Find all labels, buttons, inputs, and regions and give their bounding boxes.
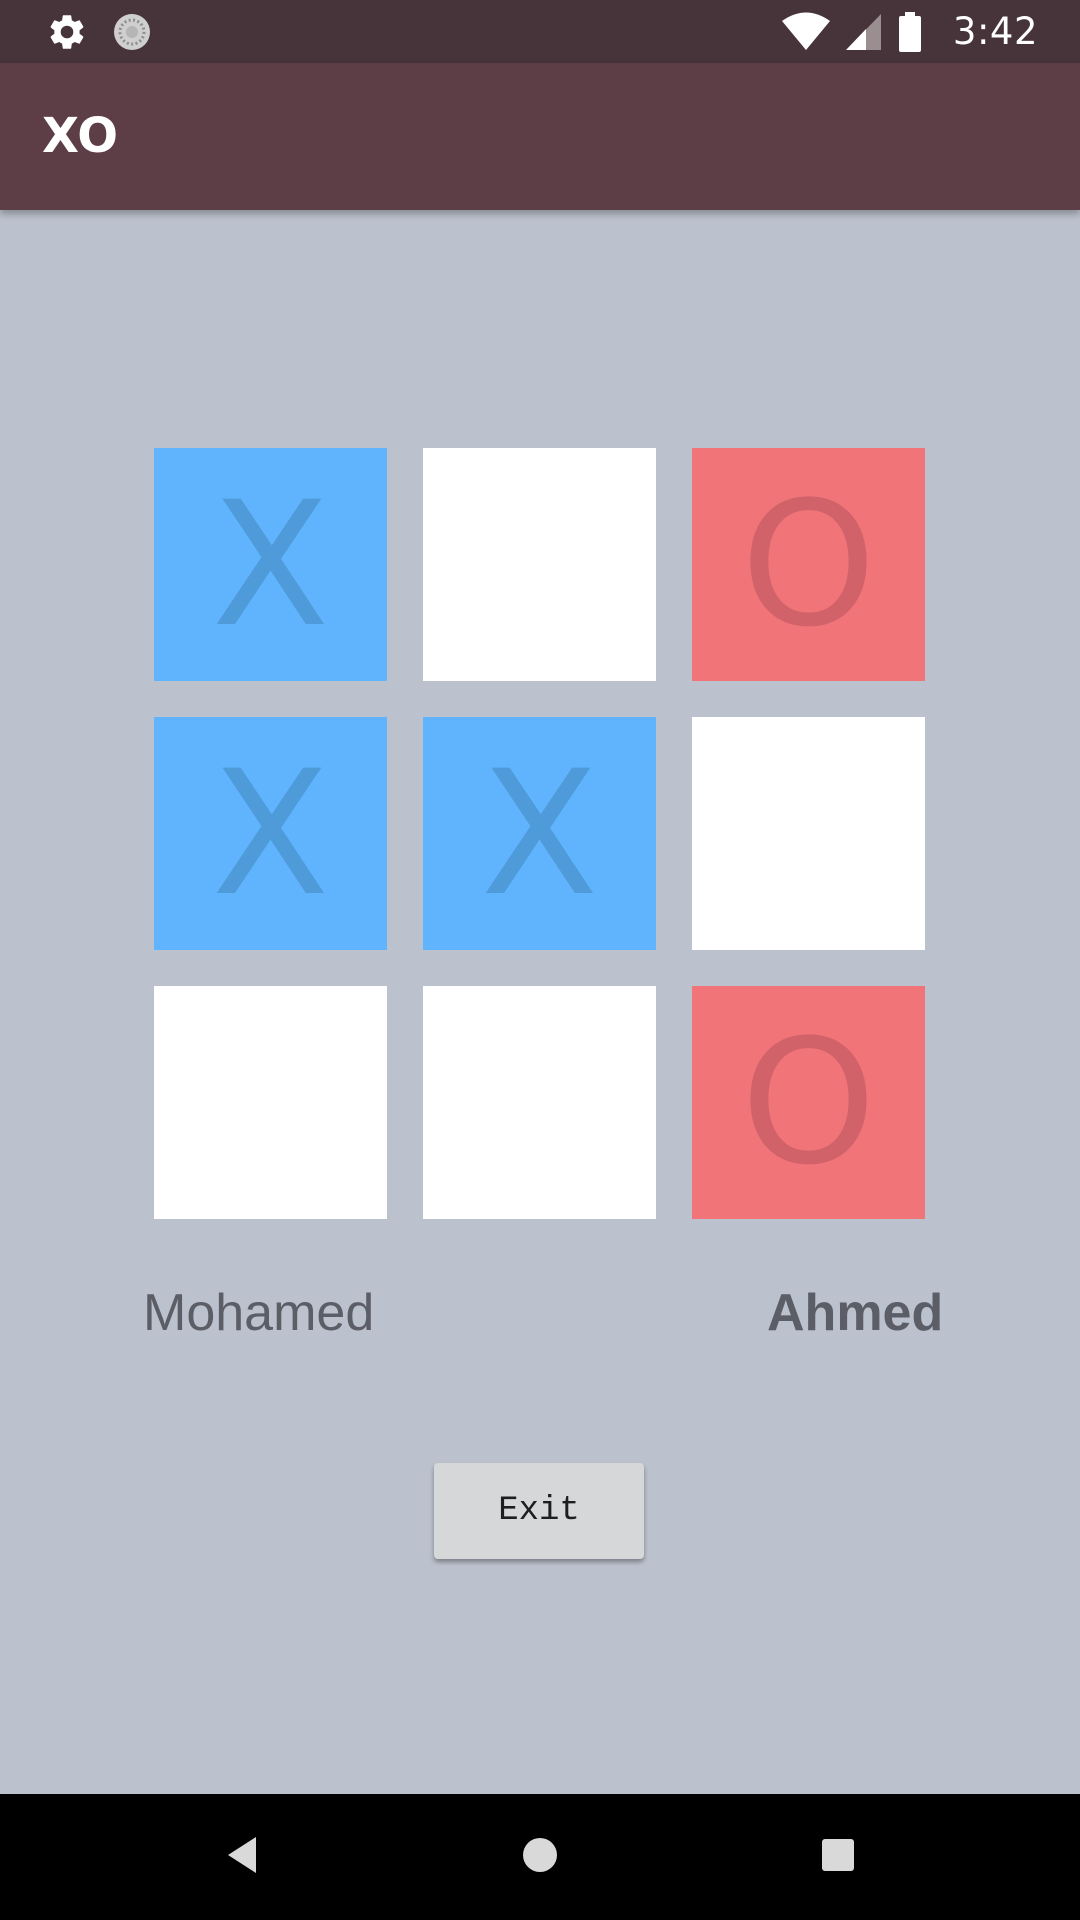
status-right-icons: 3:42 [781,0,1038,63]
sync-progress-icon [112,12,152,52]
player-2-name: Ahmed [767,1284,944,1342]
status-bar: 3:42 [0,0,1080,63]
app-title: XO [42,108,119,164]
board-cell-9[interactable]: O [692,986,925,1219]
board-cell-8[interactable] [423,986,656,1219]
board-cell-5[interactable]: X [423,717,656,950]
home-button[interactable] [480,1794,600,1920]
board-cell-6[interactable] [692,717,925,950]
board-cell-2[interactable] [423,448,656,681]
app-bar: XO [0,63,1080,210]
board-cell-1[interactable]: X [154,448,387,681]
board-cell-3[interactable]: O [692,448,925,681]
battery-icon [897,11,923,52]
exit-button[interactable]: Exit [434,1463,644,1559]
status-clock: 3:42 [952,10,1038,53]
recents-icon [818,1835,858,1879]
game-board: X O X X O [154,448,926,1220]
player-1-name: Mohamed [143,1284,375,1342]
board-cell-4[interactable]: X [154,717,387,950]
wifi-icon [781,12,831,52]
back-icon [222,1835,262,1879]
cell-signal-icon [845,13,883,51]
home-icon [520,1835,560,1879]
back-button[interactable] [182,1794,302,1920]
status-left-icons [46,11,152,53]
navigation-bar [0,1794,1080,1920]
board-cell-7[interactable] [154,986,387,1219]
recents-button[interactable] [778,1794,898,1920]
settings-icon [46,11,88,53]
